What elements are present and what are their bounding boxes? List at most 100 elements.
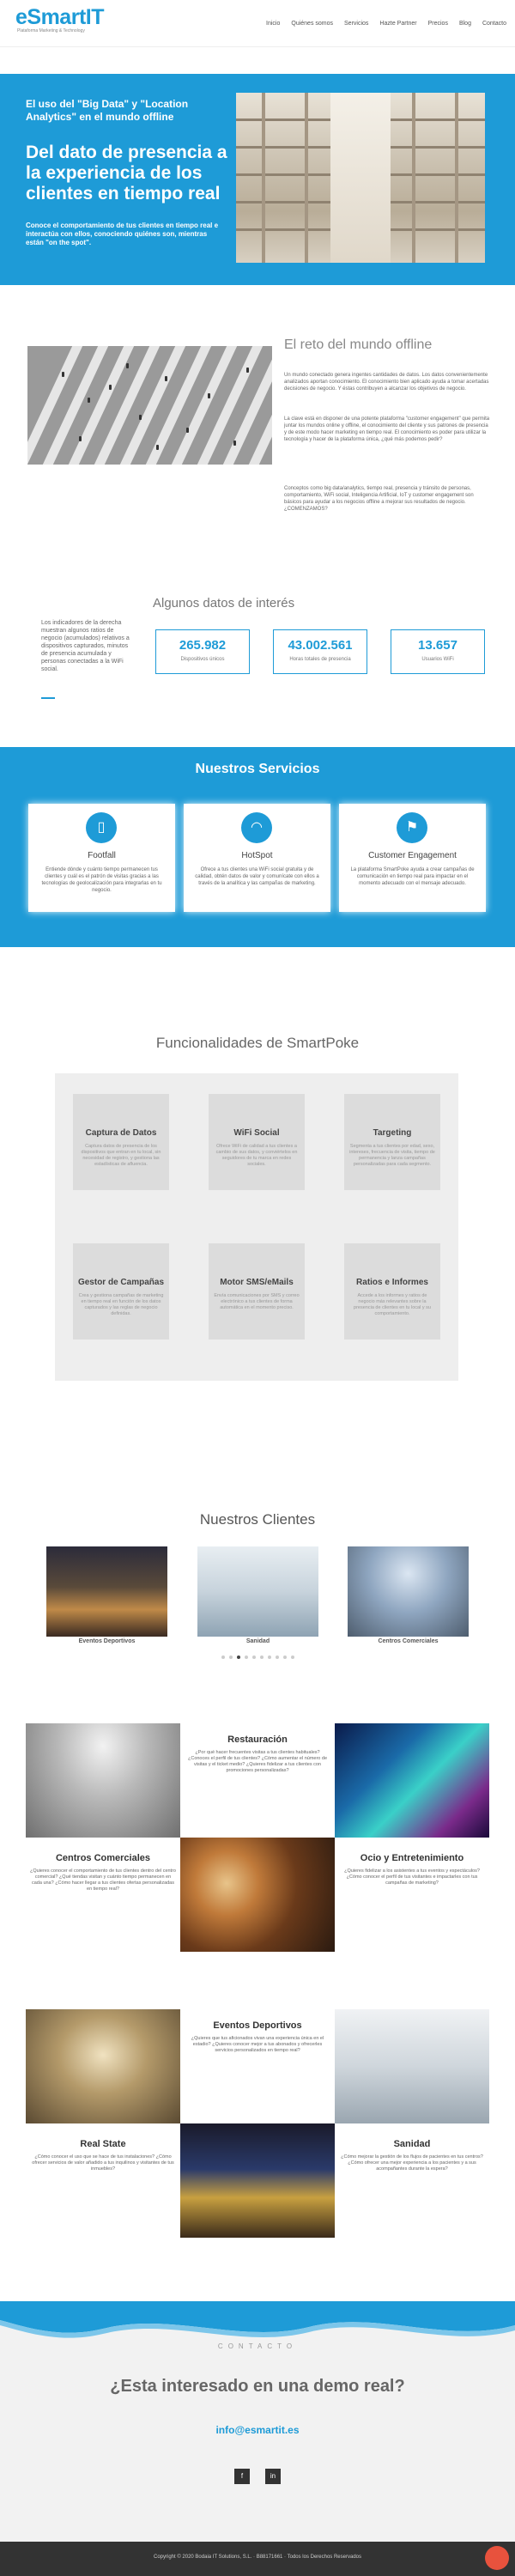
sector-desc: ¿Cómo mejorar la gestión de los flujos d… xyxy=(341,2154,483,2172)
wifi-icon: ◠ xyxy=(241,812,272,843)
feature-title: WiFi Social xyxy=(233,1128,280,1138)
service-card-hotspot[interactable]: ◠ HotSpot Ofrece a tus clientes una WiFi… xyxy=(184,804,330,912)
client-image-health xyxy=(197,1546,318,1637)
service-card-footfall[interactable]: ▯ Footfall Entiende dónde y cuánto tiemp… xyxy=(28,804,175,912)
sector-desc: ¿Quieres conocer el comportamiento de tu… xyxy=(30,1868,176,1892)
sector-title: Restauración xyxy=(227,1735,288,1745)
features-title: Funcionalidades de SmartPoke xyxy=(155,1035,360,1051)
carousel-dot[interactable] xyxy=(268,1656,271,1659)
contact-email-link[interactable]: info@esmartit.es xyxy=(0,2424,515,2436)
carousel-dot[interactable] xyxy=(221,1656,225,1659)
hero-section: El uso del "Big Data" y "Location Analyt… xyxy=(0,74,515,285)
sector-ocio: Ocio y Entretenimiento ¿Quieres fideliza… xyxy=(339,1853,485,1886)
sector-sanidad: Sanidad ¿Cómo mejorar la gestión de los … xyxy=(339,2139,485,2172)
sector-desc: ¿Quieres fidelizar a los asistentes a tu… xyxy=(344,1868,480,1886)
logo-text: eSmart xyxy=(15,5,86,29)
reto-paragraph-3: Conceptos como big data/analytics, tiemp… xyxy=(284,486,474,512)
hero-mall-image xyxy=(236,93,485,263)
feature-desc: Crea y gestiona campañas de marketing en… xyxy=(78,1293,164,1316)
facebook-icon[interactable]: f xyxy=(234,2469,250,2484)
sector-image-concert xyxy=(335,1723,489,1838)
stat-value: 13.657 xyxy=(418,638,457,653)
stat-label: Horas totales de presencia xyxy=(289,657,351,662)
carousel-dot[interactable] xyxy=(260,1656,264,1659)
reto-paragraph-2: La clave está en disponer de una potente… xyxy=(284,416,490,442)
nav-item-blog[interactable]: Blog xyxy=(459,21,471,27)
service-card-customer-engagement[interactable]: ⚑ Customer Engagement La plataforma Smar… xyxy=(339,804,486,912)
service-title: HotSpot xyxy=(241,851,273,860)
reto-paragraph-1: Un mundo conectado genera ingentes canti… xyxy=(284,373,489,392)
contact-label: CONTACTO xyxy=(217,2342,298,2350)
stat-hours: 43.002.561 Horas totales de presencia xyxy=(273,629,367,674)
sector-title: Eventos Deportivos xyxy=(213,2020,302,2031)
feature-desc: Accede a los informes y ratios de negoci… xyxy=(354,1293,431,1316)
sector-desc: ¿Quieres que tus aficionados vivan una e… xyxy=(191,2036,324,2053)
client-caption: Centros Comerciales xyxy=(378,1638,439,1644)
linkedin-icon[interactable]: in xyxy=(265,2469,281,2484)
services-title: Nuestros Servicios xyxy=(195,762,320,776)
stat-label: Usuarios WiFi xyxy=(421,657,454,662)
floating-action-button[interactable] xyxy=(485,2546,509,2570)
sector-title: Sanidad xyxy=(393,2139,431,2149)
service-desc: Ofrece a tus clientes una WiFi social gr… xyxy=(195,867,319,886)
sector-title: Centros Comerciales xyxy=(55,1853,151,1863)
nav-item-inicio[interactable]: Inicio xyxy=(266,21,280,27)
sector-centros-comerciales: Centros Comerciales ¿Quieres conocer el … xyxy=(30,1853,176,1893)
carousel-dots xyxy=(221,1656,294,1659)
carousel-dot[interactable] xyxy=(291,1656,294,1659)
hero-subtitle: El uso del "Big Data" y "Location Analyt… xyxy=(26,98,189,123)
carousel-dot[interactable] xyxy=(276,1656,279,1659)
feature-desc: Segmenta a tus clientes por edad, sexo, … xyxy=(349,1144,435,1167)
sector-image-realstate xyxy=(26,2009,180,2123)
sector-image-stadium xyxy=(180,2123,335,2238)
nav-item-quienes-somos[interactable]: Quiénes somos xyxy=(291,21,333,27)
stat-value: 43.002.561 xyxy=(288,638,353,653)
feature-title: Gestor de Campañas xyxy=(77,1278,165,1287)
feature-title: Captura de Datos xyxy=(85,1128,157,1138)
stat-label: Dispositivos únicos xyxy=(180,657,225,662)
nav-item-servicios[interactable]: Servicios xyxy=(344,21,368,27)
site-footer: Copyright © 2020 Bodaia IT Solutions, S.… xyxy=(0,2542,515,2576)
features-panel: Captura de Datos Captura datos de presenc… xyxy=(55,1073,458,1381)
stats-intro: Los indicadores de la derecha muestran a… xyxy=(41,620,130,672)
sector-eventos-deportivos: Eventos Deportivos ¿Quieres que tus afic… xyxy=(185,2020,330,2054)
nav-item-hazte-partner[interactable]: Hazte Partner xyxy=(379,21,416,27)
feature-desc: Envía comunicaciones por SMS y correo el… xyxy=(214,1293,300,1310)
feature-title: Targeting xyxy=(373,1128,412,1138)
sector-real-state: Real State ¿Cómo conocer el uso que se h… xyxy=(30,2139,176,2172)
footer-copyright: Copyright © 2020 Bodaia IT Solutions, S.… xyxy=(153,2555,361,2560)
stat-devices: 265.982 Dispositivos únicos xyxy=(155,629,250,674)
flag-icon: ⚑ xyxy=(397,812,427,843)
sector-desc: ¿Por qué hacer frecuentes visitas a tus … xyxy=(187,1750,328,1773)
reto-title: El reto del mundo offline xyxy=(284,337,433,352)
carousel-dot[interactable] xyxy=(252,1656,256,1659)
nav-item-contacto[interactable]: Contacto xyxy=(482,21,506,27)
feature-title: Ratios e Informes xyxy=(356,1278,428,1287)
service-desc: Entiende dónde y cuánto tiempo permanece… xyxy=(41,867,162,893)
divider xyxy=(41,697,55,699)
sector-image-mall xyxy=(26,1723,180,1838)
sector-restauracion: Restauración ¿Por qué hacer frecuentes v… xyxy=(185,1735,330,1774)
hero-title: Del dato de presencia a la experiencia d… xyxy=(26,143,227,204)
carousel-dot[interactable] xyxy=(229,1656,233,1659)
stats-title: Algunos datos de interés xyxy=(153,596,295,611)
contact-question: ¿Esta interesado en una demo real? xyxy=(110,2377,405,2396)
services-section: Nuestros Servicios ▯ Footfall Entiende d… xyxy=(0,747,515,947)
client-caption: Eventos Deportivos xyxy=(78,1638,136,1644)
hero-tagline: Conoce el comportamiento de tus clientes… xyxy=(26,222,219,246)
logo[interactable]: eSmartIT xyxy=(15,5,104,30)
feature-desc: Ofrece WiFi de calidad a tus clientes a … xyxy=(215,1144,298,1167)
carousel-dot[interactable] xyxy=(283,1656,287,1659)
sector-image-food xyxy=(180,1838,335,1952)
stat-wifi-users: 13.657 Usuarios WiFi xyxy=(391,629,485,674)
carousel-dot-active[interactable] xyxy=(237,1656,240,1659)
crowd-crosswalk-image xyxy=(27,346,272,465)
site-header: eSmartIT Plataforma Marketing & Technolo… xyxy=(0,0,515,47)
sector-image-hospital xyxy=(335,2009,489,2123)
carousel-dot[interactable] xyxy=(245,1656,248,1659)
feature-card: Ratios e Informes Accede a los informes y… xyxy=(344,1243,440,1340)
sector-title: Real State xyxy=(80,2139,126,2149)
sector-title: Ocio y Entretenimiento xyxy=(360,1853,464,1863)
main-nav: Inicio Quiénes somos Servicios Hazte Par… xyxy=(266,21,506,27)
nav-item-precios[interactable]: Precios xyxy=(428,21,448,27)
